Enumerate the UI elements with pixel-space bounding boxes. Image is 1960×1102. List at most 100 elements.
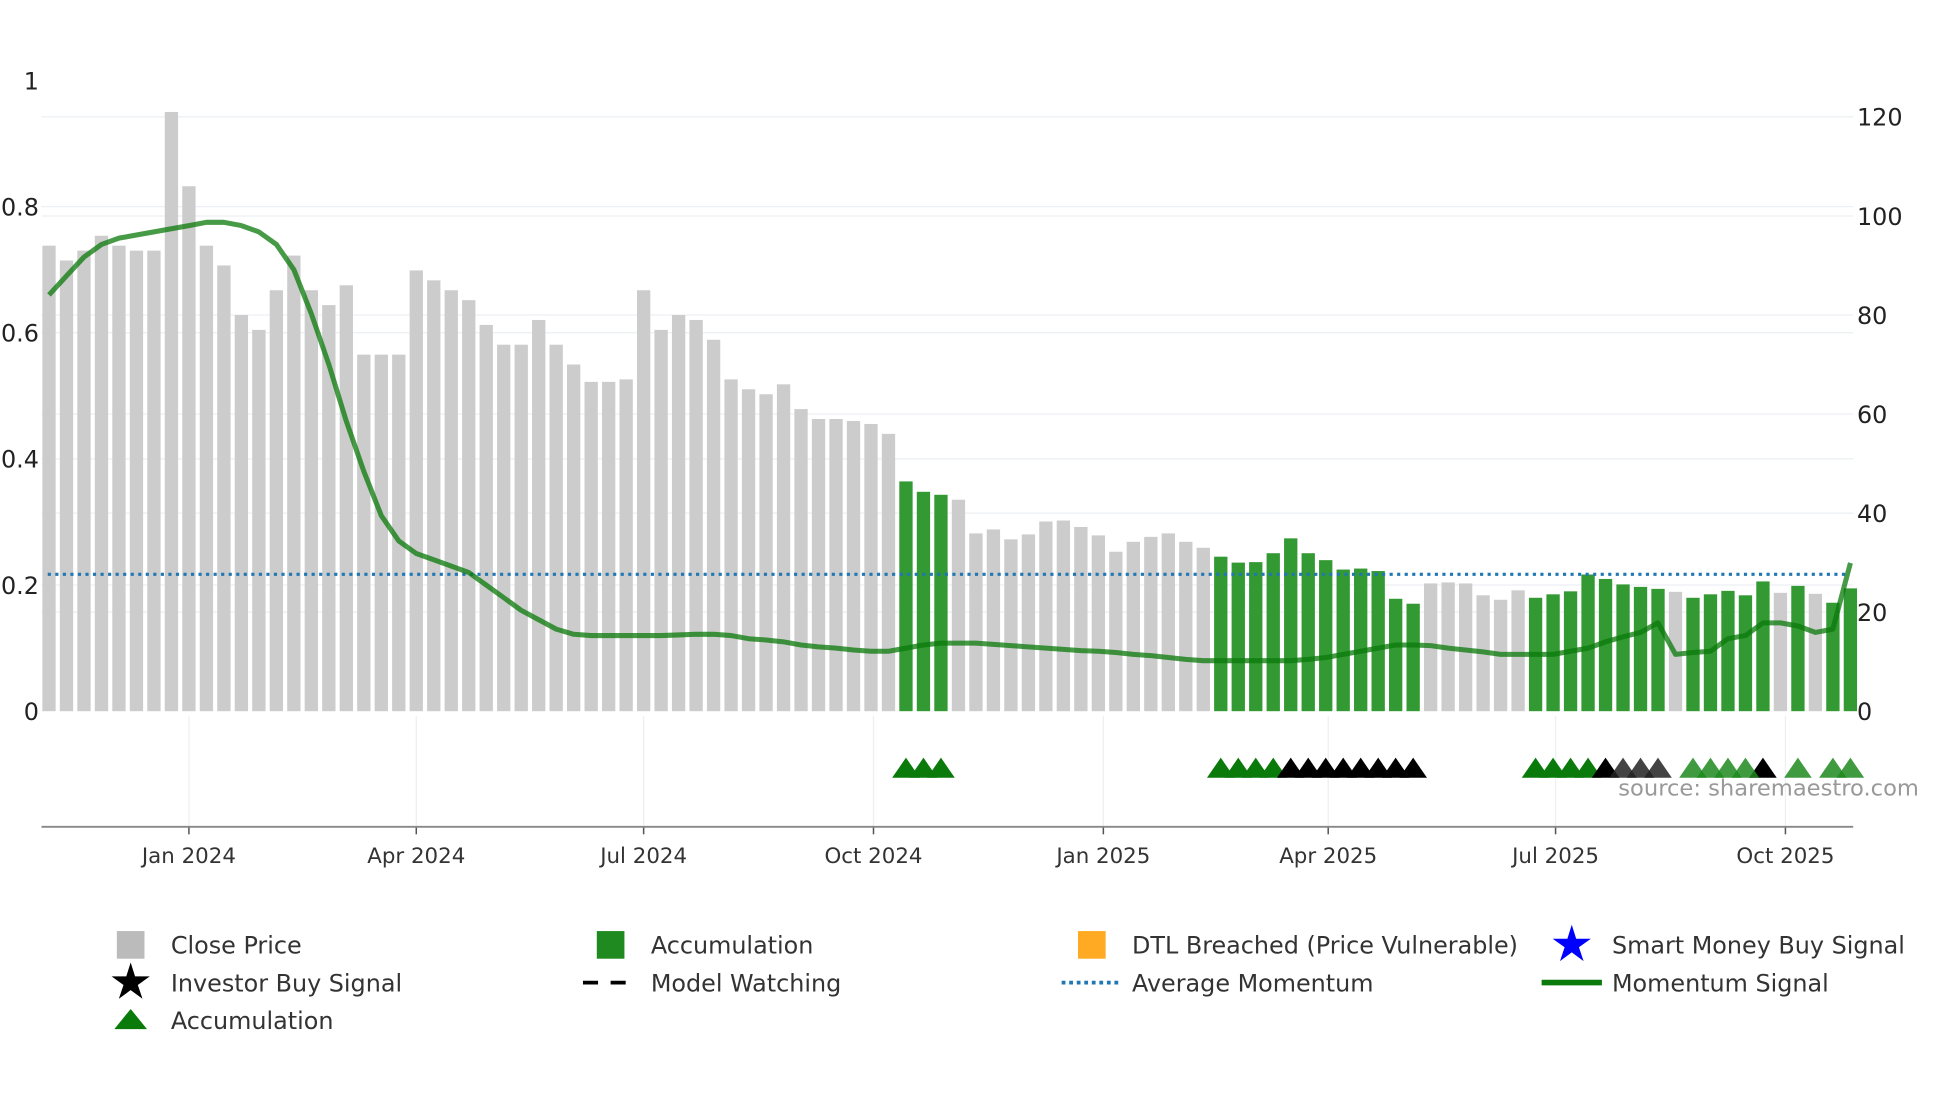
accumulation-triangle-marker bbox=[927, 757, 955, 778]
x-axis-tick-label: Jan 2025 bbox=[1054, 844, 1150, 869]
axes: 0 20 40 60 80 100 120 0 0.2 0.4 0.6 0.8 1 Jan 2024 Apr… bbox=[1, 67, 1903, 869]
investor-signal-marker bbox=[1399, 757, 1427, 778]
close-price-bar bbox=[654, 329, 668, 712]
close-price-bar bbox=[671, 315, 686, 712]
left-axis-tick-label: 0.6 bbox=[1, 320, 39, 348]
close-price-bar bbox=[462, 300, 476, 712]
close-price-bar bbox=[42, 245, 56, 712]
close-price-bar bbox=[846, 420, 861, 712]
close-price-bar bbox=[94, 235, 109, 712]
close-price-bar bbox=[147, 250, 161, 712]
close-price-bar bbox=[199, 245, 214, 712]
close-price-bar bbox=[129, 250, 144, 712]
legend-label: Momentum Signal bbox=[1612, 969, 1829, 997]
accumulation-bar bbox=[1266, 553, 1280, 712]
close-price-bar bbox=[374, 354, 388, 712]
close-price-bar bbox=[1808, 593, 1823, 712]
close-price-bar bbox=[619, 379, 633, 712]
momentum-lines bbox=[47, 219, 1853, 664]
close-price-bar bbox=[357, 354, 371, 712]
close-price-bar bbox=[759, 394, 773, 712]
accumulation-bar bbox=[1791, 585, 1805, 712]
accumulation-bar bbox=[1284, 538, 1298, 712]
close-price-icon bbox=[116, 931, 145, 959]
close-price-bar bbox=[444, 290, 458, 712]
accumulation-bar bbox=[1738, 595, 1753, 712]
accumulation-bar bbox=[1651, 588, 1665, 712]
close-price-bar bbox=[1144, 536, 1158, 712]
close-price-bar bbox=[112, 245, 126, 712]
accumulation-bar bbox=[1633, 586, 1648, 712]
momentum-price-chart: 0 20 40 60 80 100 120 0 0.2 0.4 0.6 0.8 1 Jan 2024 Apr… bbox=[1, 67, 1919, 1035]
close-price-bar bbox=[864, 423, 878, 712]
close-price-bar bbox=[1161, 533, 1175, 712]
price-bars bbox=[42, 111, 1858, 712]
legend-label: Average Momentum bbox=[1132, 969, 1374, 997]
accumulation-bar bbox=[1581, 574, 1595, 712]
right-axis-tick-label: 120 bbox=[1857, 104, 1903, 132]
accumulation-bar bbox=[1843, 588, 1858, 712]
close-price-bar bbox=[77, 250, 91, 712]
legend-label: Close Price bbox=[171, 932, 302, 960]
close-price-bar bbox=[479, 324, 493, 712]
right-axis-tick-label: 20 bbox=[1857, 599, 1887, 627]
close-price-bar bbox=[829, 419, 843, 712]
accumulation-bar bbox=[1214, 556, 1228, 712]
close-price-bar bbox=[1091, 535, 1106, 712]
legend-label: Model Watching bbox=[651, 969, 841, 997]
close-price-bar bbox=[584, 381, 598, 712]
close-price-bar bbox=[497, 344, 511, 712]
close-price-bar bbox=[409, 270, 423, 712]
close-price-bar bbox=[1074, 526, 1088, 712]
left-axis-tick-label: 0.8 bbox=[1, 193, 39, 221]
star-icon bbox=[111, 962, 150, 999]
close-price-bar bbox=[811, 419, 826, 712]
x-axis-tick-label: Jul 2024 bbox=[598, 844, 687, 869]
legend: Close Price Accumulation DTL Breached (Pri… bbox=[111, 924, 1905, 1035]
triangle-icon bbox=[114, 1008, 147, 1030]
close-price-bar bbox=[427, 280, 441, 712]
accumulation-bar bbox=[1336, 569, 1350, 712]
accumulation-bar bbox=[1319, 560, 1333, 712]
x-axis-tick-label: Jan 2024 bbox=[140, 844, 236, 869]
accumulation-bar bbox=[1371, 571, 1385, 712]
close-price-bar bbox=[969, 533, 983, 712]
accumulation-bar bbox=[916, 491, 931, 712]
close-price-bar bbox=[689, 319, 703, 712]
close-price-bar bbox=[741, 389, 756, 712]
close-price-bar bbox=[59, 260, 74, 712]
right-axis-tick-label: 40 bbox=[1857, 500, 1887, 528]
accumulation-bar bbox=[1406, 603, 1420, 712]
legend-label: Accumulation bbox=[651, 932, 814, 960]
close-price-bar bbox=[514, 344, 528, 712]
accumulation-bar bbox=[1756, 581, 1770, 712]
accumulation-bar bbox=[1301, 553, 1315, 712]
source-label: source: sharemaestro.com bbox=[1618, 775, 1919, 801]
close-price-bar bbox=[1511, 590, 1525, 712]
legend-label: DTL Breached (Price Vulnerable) bbox=[1132, 932, 1518, 960]
x-axis-tick-label: Oct 2024 bbox=[824, 844, 922, 869]
close-price-bar bbox=[182, 186, 196, 712]
accumulation-icon bbox=[596, 931, 625, 959]
close-price-bar bbox=[217, 265, 231, 712]
close-price-bar bbox=[339, 285, 353, 712]
close-price-bar bbox=[304, 290, 318, 712]
x-axis-tick-label: Apr 2025 bbox=[1279, 844, 1377, 869]
close-price-bar bbox=[1126, 541, 1140, 712]
right-axis-tick-label: 80 bbox=[1857, 302, 1887, 330]
right-axis-tick-label: 60 bbox=[1857, 401, 1887, 429]
close-price-bar bbox=[636, 290, 651, 712]
close-price-bar bbox=[601, 381, 616, 712]
right-axis-tick-label: 100 bbox=[1857, 203, 1903, 231]
close-price-bar bbox=[269, 290, 284, 712]
x-axis-tick-label: Oct 2025 bbox=[1736, 844, 1834, 869]
accumulation-bar bbox=[1616, 584, 1630, 712]
x-axis-tick-label: Jul 2025 bbox=[1510, 844, 1599, 869]
accumulation-bar bbox=[1231, 562, 1245, 712]
accumulation-bar bbox=[1354, 568, 1368, 712]
close-price-bar bbox=[1056, 520, 1071, 712]
close-price-bar bbox=[776, 384, 791, 712]
legend-label: Accumulation bbox=[171, 1007, 334, 1035]
left-axis-tick-label: 1 bbox=[24, 67, 39, 95]
close-price-bar bbox=[287, 255, 301, 712]
